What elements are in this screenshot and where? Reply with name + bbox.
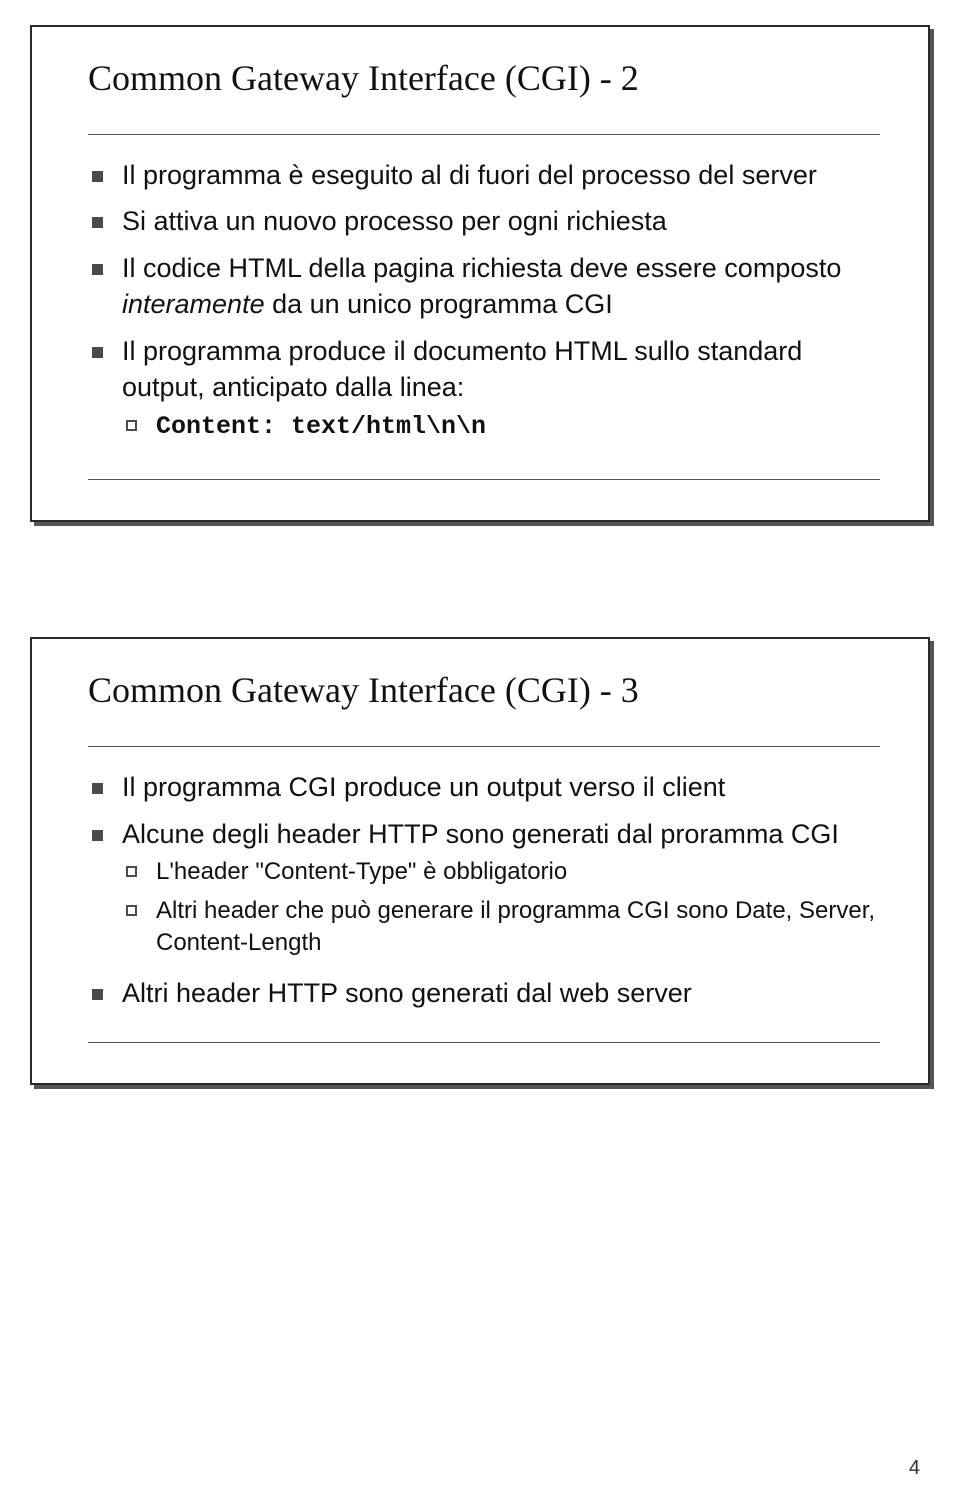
item-text: Alcune degli header HTTP sono generati d… <box>122 819 839 849</box>
sub-bullet-list: Content: text/html\n\n <box>122 410 880 450</box>
slide-content: Il programma CGI produce un output verso… <box>88 769 880 1042</box>
sub-item-text: L'header "Content-Type" è obbligatorio <box>156 858 567 885</box>
sub-list-item: L'header "Content-Type" è obbligatorio <box>122 856 880 894</box>
slide-content: Il programma è eseguito al di fuori del … <box>88 157 880 480</box>
item-text: Il programma CGI produce un output verso… <box>122 772 725 802</box>
item-text: Il programma è eseguito al di fuori del … <box>122 160 817 190</box>
item-text-prefix: Il codice HTML della pagina richiesta de… <box>122 253 841 283</box>
list-item: Alcune degli header HTTP sono generati d… <box>88 816 880 976</box>
slide-title: Common Gateway Interface (CGI) - 2 <box>88 57 880 99</box>
item-text-suffix: da un unico programma CGI <box>265 289 613 319</box>
list-item: Il programma è eseguito al di fuori del … <box>88 157 880 203</box>
list-item: Il programma produce il documento HTML s… <box>88 333 880 460</box>
bullet-list: Il programma è eseguito al di fuori del … <box>88 157 880 459</box>
code-text: Content: text/html\n\n <box>156 412 486 441</box>
list-item: Si attiva un nuovo processo per ogni ric… <box>88 203 880 249</box>
list-item: Il codice HTML della pagina richiesta de… <box>88 250 880 333</box>
slide-cgi-3: Common Gateway Interface (CGI) - 3 Il pr… <box>30 637 930 1084</box>
bottom-divider <box>88 479 880 480</box>
bottom-divider <box>88 1042 880 1043</box>
page: Common Gateway Interface (CGI) - 2 Il pr… <box>0 0 960 1498</box>
list-item: Il programma CGI produce un output verso… <box>88 769 880 815</box>
list-item: Altri header HTTP sono generati dal web … <box>88 975 880 1021</box>
sub-list-item: Altri header che può generare il program… <box>122 895 880 966</box>
bullet-list: Il programma CGI produce un output verso… <box>88 769 880 1021</box>
item-text: Il programma produce il documento HTML s… <box>122 336 802 402</box>
sub-item-text: Altri header che può generare il program… <box>156 897 875 956</box>
item-text: Altri header HTTP sono generati dal web … <box>122 978 692 1008</box>
slide-cgi-2: Common Gateway Interface (CGI) - 2 Il pr… <box>30 25 930 522</box>
sub-list-item: Content: text/html\n\n <box>122 410 880 450</box>
page-number: 4 <box>909 1457 920 1480</box>
item-text-italic: interamente <box>122 289 265 319</box>
slide-title: Common Gateway Interface (CGI) - 3 <box>88 669 880 711</box>
title-divider <box>88 134 880 135</box>
item-text: Si attiva un nuovo processo per ogni ric… <box>122 206 667 236</box>
sub-bullet-list: L'header "Content-Type" è obbligatorio A… <box>122 856 880 965</box>
title-divider <box>88 746 880 747</box>
